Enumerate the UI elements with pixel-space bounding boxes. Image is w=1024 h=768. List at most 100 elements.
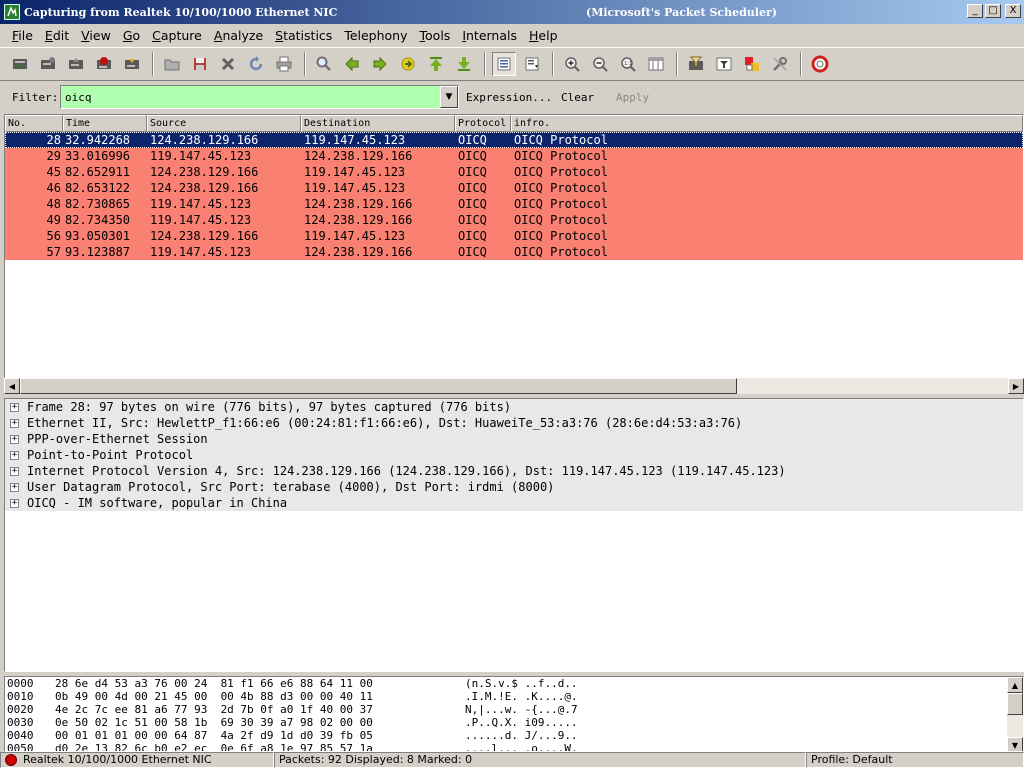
expand-icon[interactable]: + — [10, 482, 19, 492]
hex-ascii: ......d. J/...9.. — [465, 729, 578, 742]
expand-icon[interactable]: + — [10, 402, 19, 412]
table-row[interactable]: 56 93.050301 124.238.129.166 119.147.45.123… — [5, 228, 1023, 244]
menu-telephony[interactable]: Telephony — [338, 28, 413, 43]
expand-icon[interactable]: + — [10, 498, 19, 508]
menu-edit[interactable]: Edit — [39, 28, 75, 43]
print-icon[interactable] — [272, 52, 296, 76]
expression-button[interactable]: Expression... — [466, 91, 552, 104]
cell-source: 119.147.45.123 — [150, 197, 252, 211]
menu-internals[interactable]: Internals — [456, 28, 523, 43]
scroll-left-icon[interactable]: ◀ — [4, 378, 20, 394]
cell-protocol: OICQ — [458, 245, 487, 259]
scroll-down-icon[interactable]: ▼ — [1007, 737, 1023, 751]
tree-item[interactable]: + Ethernet II, Src: HewlettP_f1:66:e6 (00… — [5, 415, 1023, 431]
interface-list-icon[interactable] — [8, 52, 32, 76]
reload-icon[interactable] — [244, 52, 268, 76]
go-back-icon[interactable] — [340, 52, 364, 76]
menu-statistics[interactable]: Statistics — [269, 28, 338, 43]
maximize-button[interactable]: □ — [985, 4, 1001, 18]
go-last-packet-icon[interactable] — [452, 52, 476, 76]
display-filters-icon[interactable] — [712, 52, 736, 76]
tree-item-label: Internet Protocol Version 4, Src: 124.23… — [27, 464, 786, 478]
expand-icon[interactable]: + — [10, 434, 19, 444]
expand-icon[interactable]: + — [10, 466, 19, 476]
coloring-rules-icon[interactable] — [740, 52, 764, 76]
expand-icon[interactable]: + — [10, 450, 19, 460]
table-row[interactable]: 57 93.123887 119.147.45.123 124.238.129.166… — [5, 244, 1023, 260]
column-header-source[interactable]: Source — [147, 115, 301, 132]
hex-line[interactable]: 0050 d0 2e 13 82 6c b0 e2 ec 0e 6f a8 1e … — [5, 742, 1023, 751]
go-forward-icon[interactable] — [368, 52, 392, 76]
colorize-packet-list-icon[interactable] — [492, 52, 516, 76]
scroll-track[interactable] — [20, 378, 1008, 394]
hex-line[interactable]: 0040 00 01 01 01 00 00 64 87 4a 2f d9 1d … — [5, 729, 1023, 742]
column-header-info[interactable]: infro. — [511, 115, 1023, 132]
table-row[interactable]: 45 82.652911 124.238.129.166 119.147.45.123… — [5, 164, 1023, 180]
close-file-icon[interactable] — [216, 52, 240, 76]
restart-capture-icon[interactable] — [120, 52, 144, 76]
clear-button[interactable]: Clear — [561, 91, 594, 104]
filter-combobox[interactable]: ▼ — [60, 85, 459, 109]
zoom-normal-icon[interactable]: 1:1 — [616, 52, 640, 76]
hex-line[interactable]: 0020 4e 2c 7c ee 81 a6 77 93 2d 7b 0f a0 … — [5, 703, 1023, 716]
tree-item[interactable]: + User Datagram Protocol, Src Port: terab… — [5, 479, 1023, 495]
apply-button[interactable]: Apply — [616, 91, 649, 104]
table-row[interactable]: 29 33.016996 119.147.45.123 124.238.129.166… — [5, 148, 1023, 164]
tree-item[interactable]: + OICQ - IM software, popular in China — [5, 495, 1023, 511]
scroll-up-icon[interactable]: ▲ — [1007, 677, 1023, 693]
capture-options-icon[interactable] — [36, 52, 60, 76]
save-file-icon[interactable] — [188, 52, 212, 76]
hex-line[interactable]: 0000 28 6e d4 53 a3 76 00 24 81 f1 66 e6 … — [5, 677, 1023, 690]
menu-capture[interactable]: Capture — [146, 28, 208, 43]
cell-protocol: OICQ — [458, 197, 487, 211]
resize-columns-icon[interactable] — [644, 52, 668, 76]
hex-line[interactable]: 0010 0b 49 00 4d 00 21 45 00 00 4b 88 d3 … — [5, 690, 1023, 703]
menu-view[interactable]: View — [75, 28, 117, 43]
packet-list-hscrollbar[interactable]: ◀ ▶ — [4, 378, 1024, 394]
find-packet-icon[interactable] — [312, 52, 336, 76]
table-row[interactable]: 28 32.942268 124.238.129.166 119.147.45.123… — [5, 132, 1023, 148]
zoom-in-icon[interactable] — [560, 52, 584, 76]
preferences-icon[interactable] — [768, 52, 792, 76]
stop-capture-icon[interactable] — [92, 52, 116, 76]
tree-item[interactable]: + Frame 28: 97 bytes on wire (776 bits), … — [5, 399, 1023, 415]
scroll-thumb[interactable] — [20, 378, 737, 394]
menu-mnemonic: E — [44, 27, 53, 43]
status-profile[interactable]: Profile: Default — [806, 752, 1024, 768]
tree-item[interactable]: + Point-to-Point Protocol — [5, 447, 1023, 463]
hex-line[interactable]: 0030 0e 50 02 1c 51 00 58 1b 69 30 39 a7 … — [5, 716, 1023, 729]
go-first-packet-icon[interactable] — [424, 52, 448, 76]
close-button[interactable]: X — [1005, 4, 1021, 18]
filter-input[interactable] — [61, 86, 440, 108]
menu-tools[interactable]: Tools — [414, 28, 457, 43]
capture-status-icon[interactable] — [5, 754, 17, 766]
menu-go[interactable]: Go — [117, 28, 146, 43]
column-header-time[interactable]: Time — [63, 115, 147, 132]
menu-help[interactable]: Help — [523, 28, 564, 43]
table-row[interactable]: 48 82.730865 119.147.45.123 124.238.129.166… — [5, 196, 1023, 212]
minimize-button[interactable]: _ — [967, 4, 983, 18]
go-to-packet-icon[interactable] — [396, 52, 420, 76]
table-row[interactable]: 49 82.734350 119.147.45.123 124.238.129.166… — [5, 212, 1023, 228]
column-header-protocol[interactable]: Protocol — [455, 115, 511, 132]
zoom-out-icon[interactable] — [588, 52, 612, 76]
tree-item[interactable]: + PPP-over-Ethernet Session — [5, 431, 1023, 447]
column-header-no[interactable]: No. — [5, 115, 63, 132]
status-interface[interactable]: Realtek 10/100/1000 Ethernet NIC — [0, 752, 274, 768]
scroll-thumb[interactable] — [1007, 693, 1023, 715]
column-header-destination[interactable]: Destination — [301, 115, 455, 132]
open-file-icon[interactable] — [160, 52, 184, 76]
wireshark-app-icon[interactable] — [4, 4, 20, 20]
help-icon[interactable] — [808, 52, 832, 76]
auto-scroll-icon[interactable] — [520, 52, 544, 76]
filter-dropdown-button[interactable]: ▼ — [440, 86, 458, 108]
table-row[interactable]: 46 82.653122 124.238.129.166 119.147.45.123… — [5, 180, 1023, 196]
menu-analyze[interactable]: Analyze — [208, 28, 269, 43]
start-capture-icon[interactable] — [64, 52, 88, 76]
bytes-vscrollbar[interactable]: ▲ ▼ — [1007, 677, 1023, 751]
tree-item[interactable]: + Internet Protocol Version 4, Src: 124.2… — [5, 463, 1023, 479]
capture-filters-icon[interactable] — [684, 52, 708, 76]
menu-file[interactable]: File — [6, 28, 39, 43]
scroll-right-icon[interactable]: ▶ — [1008, 378, 1024, 394]
expand-icon[interactable]: + — [10, 418, 19, 428]
